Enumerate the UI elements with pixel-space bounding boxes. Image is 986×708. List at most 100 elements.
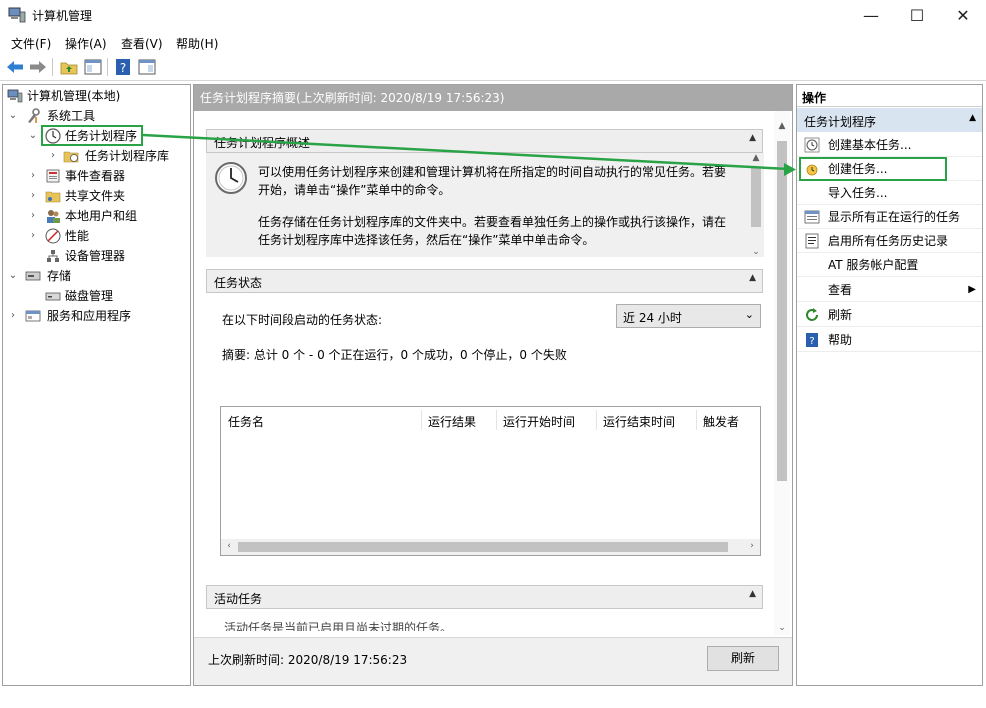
chevron-right-icon[interactable]: › [27, 226, 39, 246]
status-summary: 摘要: 总计 0 个 - 0 个正在运行，0 个成功，0 个停止，0 个失败 [222, 348, 567, 362]
scroll-down-icon[interactable]: ⌄ [748, 247, 764, 257]
action-label: AT 服务帐户配置 [828, 258, 919, 272]
tree-label: 共享文件夹 [65, 189, 126, 203]
tree-item-root[interactable]: 计算机管理(本地) [3, 86, 189, 106]
back-arrow-icon[interactable] [5, 57, 25, 77]
refresh-icon [806, 308, 818, 321]
column-separator[interactable] [696, 410, 697, 430]
menu-view[interactable]: 查看(V) [121, 35, 163, 52]
scroll-thumb[interactable] [777, 141, 787, 481]
actions-group-header[interactable]: 任务计划程序 ▲ [797, 108, 982, 132]
scroll-left-icon[interactable]: ‹ [221, 541, 237, 551]
column-header-task-name[interactable]: 任务名 [228, 413, 264, 430]
table-horizontal-scrollbar[interactable]: ‹ › [221, 539, 760, 555]
minimize-button[interactable]: — [848, 0, 894, 31]
tree-label: 事件查看器 [65, 169, 126, 183]
help-icon[interactable]: ? [113, 57, 133, 77]
forward-arrow-icon[interactable] [28, 57, 48, 77]
action-refresh[interactable]: 刷新 [797, 303, 982, 327]
action-at-service-config[interactable]: AT 服务帐户配置 [797, 253, 982, 277]
action-import-task[interactable]: 导入任务... [797, 181, 982, 205]
tree-item-services-apps[interactable]: › 服务和应用程序 [3, 306, 189, 326]
scroll-right-icon[interactable]: › [744, 541, 760, 551]
shared-folder-icon [45, 191, 61, 203]
event-viewer-icon [46, 169, 60, 183]
computer-management-icon [8, 7, 26, 23]
scroll-down-icon[interactable]: ⌄ [774, 623, 790, 633]
menu-file[interactable]: 文件(F) [11, 35, 51, 52]
column-separator[interactable] [596, 410, 597, 430]
chevron-right-icon[interactable]: › [47, 146, 59, 166]
refresh-button[interactable]: 刷新 [707, 646, 779, 671]
tree-label: 设备管理器 [65, 249, 126, 263]
collapse-icon[interactable]: ▲ [749, 589, 756, 599]
svg-text:?: ? [120, 61, 126, 75]
active-tasks-section-header[interactable]: 活动任务 ▲ [206, 585, 763, 609]
tree-item-event-viewer[interactable]: › 事件查看器 [3, 166, 189, 186]
scroll-up-icon[interactable]: ▲ [748, 153, 764, 163]
tree-item-shared-folders[interactable]: › 共享文件夹 [3, 186, 189, 206]
actions-panel: 操作 任务计划程序 ▲ 创建基本任务... 创建任务... 导入任务... 显示… [796, 84, 983, 686]
overview-text-line: 开始，请单击“操作”菜单中的命令。 [258, 183, 451, 197]
device-manager-icon [47, 250, 59, 262]
chevron-down-icon[interactable]: ⌄ [27, 126, 39, 146]
folder-up-icon[interactable] [59, 57, 79, 77]
title-bar: 计算机管理 — ☐ ✕ [0, 0, 986, 31]
tree-item-disk-management[interactable]: 磁盘管理 [3, 286, 189, 306]
action-show-running-tasks[interactable]: 显示所有正在运行的任务 [797, 205, 982, 229]
chevron-right-icon[interactable]: › [27, 186, 39, 206]
chevron-right-icon[interactable]: › [27, 206, 39, 226]
tree-item-task-scheduler-library[interactable]: › 任务计划程序库 [3, 146, 189, 166]
tree-item-system-tools[interactable]: ⌄ 系统工具 [3, 106, 189, 126]
svg-text:?: ? [809, 336, 814, 347]
column-header-result[interactable]: 运行结果 [428, 413, 476, 430]
action-label: 查看 [828, 283, 853, 297]
tree-item-performance[interactable]: › 性能 [3, 226, 189, 246]
collapse-icon[interactable]: ▲ [749, 133, 756, 143]
action-label: 启用所有任务历史记录 [828, 234, 949, 248]
overview-scrollbar[interactable]: ▲ ⌄ [748, 153, 764, 257]
chevron-down-icon[interactable]: ⌄ [7, 106, 19, 126]
tree-item-storage[interactable]: ⌄ 存储 [3, 266, 189, 286]
maximize-button[interactable]: ☐ [894, 0, 940, 31]
action-label: 显示所有正在运行的任务 [828, 210, 961, 224]
column-header-triggered-by[interactable]: 触发者 [703, 413, 739, 430]
action-label: 刷新 [828, 308, 853, 322]
overview-text-line: 可以使用任务计划程序来创建和管理计算机将在所指定的时间自动执行的常见任务。若要 [258, 165, 727, 179]
column-header-end-time[interactable]: 运行结束时间 [603, 413, 675, 430]
panel-scrollbar[interactable]: ▲ ⌄ [774, 111, 790, 635]
action-label: 创建基本任务... [828, 138, 912, 152]
action-create-basic-task[interactable]: 创建基本任务... [797, 133, 982, 157]
collapse-icon[interactable]: ▲ [749, 273, 756, 283]
running-tasks-icon [804, 210, 820, 224]
show-hide-tree-icon[interactable] [83, 57, 103, 77]
task-status-table: 任务名 运行结果 运行开始时间 运行结束时间 触发者 ‹ › [220, 406, 761, 556]
chevron-right-icon[interactable]: › [27, 166, 39, 186]
chevron-down-icon[interactable]: ⌄ [745, 308, 754, 321]
period-dropdown[interactable]: 近 24 小时 ⌄ [616, 304, 761, 328]
chevron-down-icon[interactable]: ⌄ [7, 266, 19, 286]
action-help[interactable]: ? 帮助 [797, 328, 982, 352]
last-refresh-time: 上次刷新时间: 2020/8/19 17:56:23 [208, 653, 408, 667]
column-separator[interactable] [496, 410, 497, 430]
tree-item-device-manager[interactable]: 设备管理器 [3, 246, 189, 266]
collapse-icon[interactable]: ▲ [969, 113, 976, 123]
column-header-start-time[interactable]: 运行开始时间 [503, 413, 575, 430]
scroll-thumb[interactable] [751, 167, 761, 227]
tree-label: 磁盘管理 [65, 289, 114, 303]
overview-section-header[interactable]: 任务计划程序概述 ▲ [206, 129, 763, 153]
status-section-header[interactable]: 任务状态 ▲ [206, 269, 763, 293]
menu-help[interactable]: 帮助(H) [176, 35, 218, 52]
close-button[interactable]: ✕ [940, 0, 986, 31]
chevron-right-icon[interactable]: › [7, 306, 19, 326]
action-enable-history[interactable]: 启用所有任务历史记录 [797, 229, 982, 253]
show-hide-action-pane-icon[interactable] [137, 57, 157, 77]
tree-item-local-users[interactable]: › 本地用户和组 [3, 206, 189, 226]
column-separator[interactable] [421, 410, 422, 430]
scroll-thumb[interactable] [238, 542, 728, 552]
folder-clock-icon [63, 151, 79, 163]
status-label: 在以下时间段启动的任务状态: [222, 313, 383, 327]
menu-action[interactable]: 操作(A) [65, 35, 107, 52]
scroll-up-icon[interactable]: ▲ [774, 121, 790, 131]
action-view[interactable]: 查看 ▶ [797, 278, 982, 302]
